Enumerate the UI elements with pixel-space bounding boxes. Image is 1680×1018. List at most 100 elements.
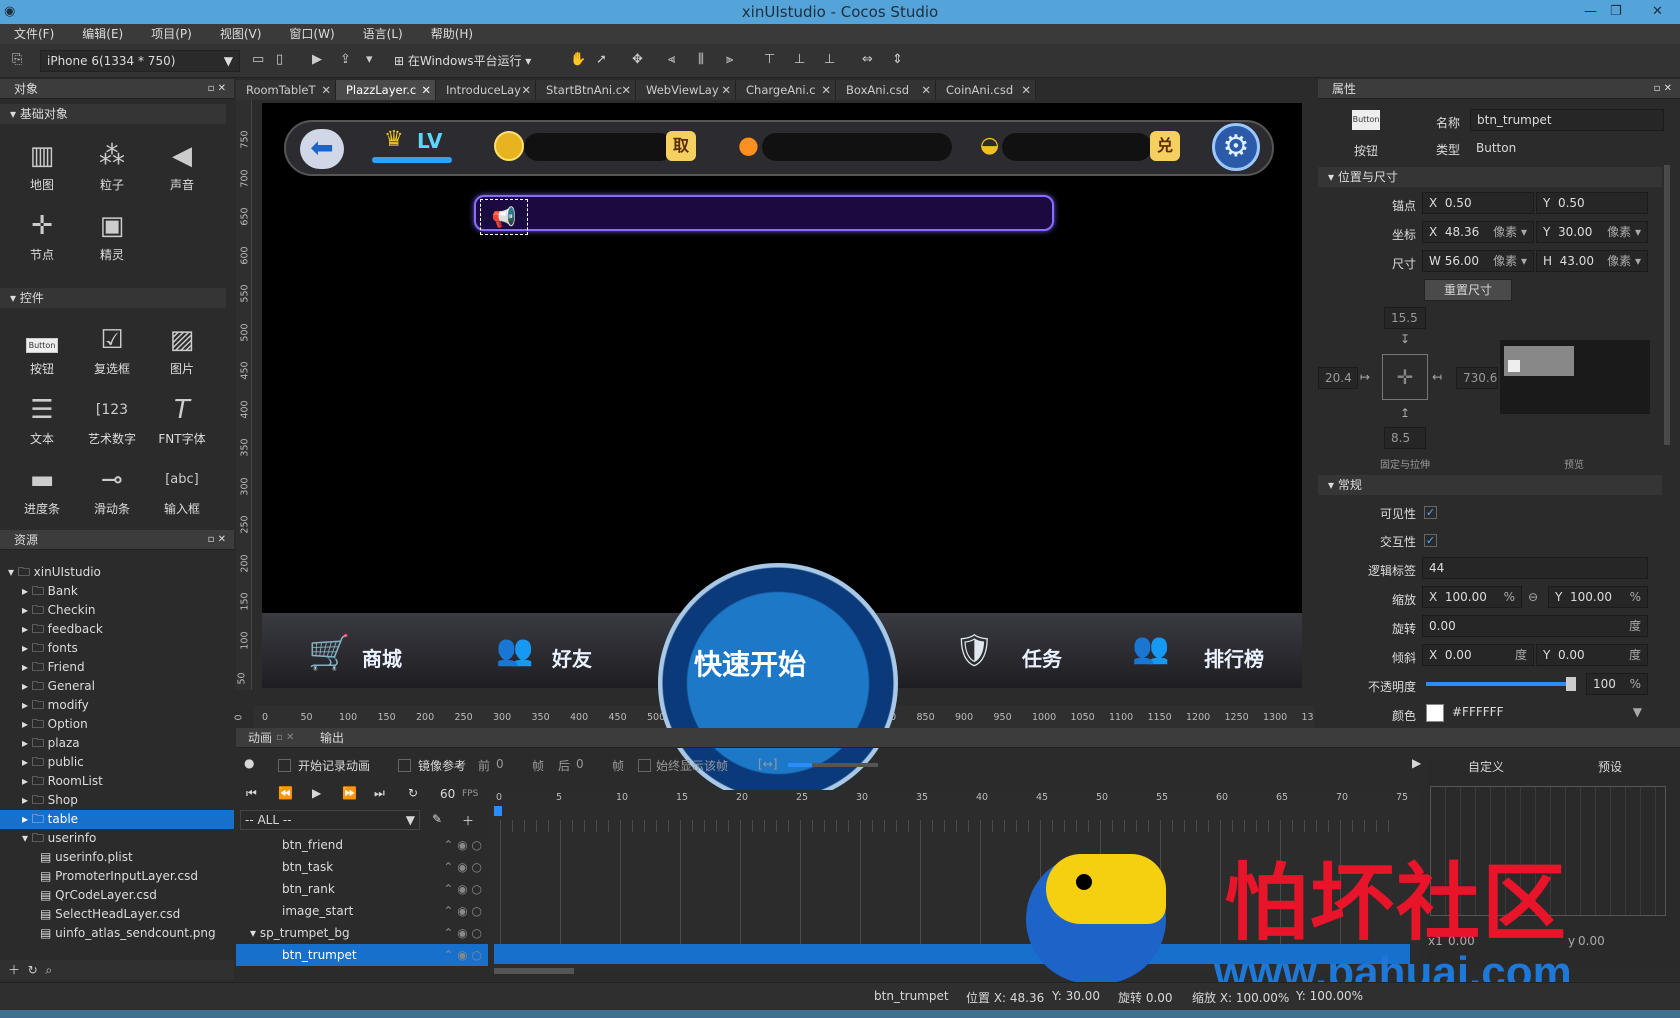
rank-label[interactable]: 排行榜 — [1204, 643, 1264, 672]
tool-atlas-label[interactable]: [123 艺术数字 — [82, 390, 142, 447]
menu-language[interactable]: 语言(L) — [349, 24, 417, 44]
anchor-y-field[interactable]: Y 0.50 — [1536, 192, 1648, 214]
pointer-icon[interactable]: ➚ — [596, 52, 607, 67]
hand-icon[interactable]: ✋ — [570, 52, 586, 67]
add-icon[interactable]: ＋ — [8, 963, 20, 977]
document-tab[interactable]: PlazzLayer.c ✕ — [336, 80, 436, 100]
exchange-button[interactable]: 兑 — [1150, 131, 1180, 161]
lock-visibility-icon[interactable]: ⌃ ◉ ○ — [443, 856, 482, 878]
lock-visibility-icon[interactable]: ⌃ ◉ ○ — [443, 944, 482, 966]
document-tab[interactable]: ChargeAni.c ✕ — [736, 80, 836, 100]
settings-button[interactable]: ⚙ — [1212, 123, 1260, 171]
device-select[interactable]: iPhone 6(1334 * 750) ▼ — [40, 50, 240, 72]
close-icon[interactable]: ✕ — [921, 80, 931, 100]
panel-close-icon[interactable]: ▫ ✕ — [276, 728, 294, 748]
upload-icon[interactable]: ⇪ — [340, 52, 351, 67]
tool-particle[interactable]: ⁂ 粒子 — [82, 136, 142, 193]
play-icon[interactable]: ▶ — [1412, 756, 1421, 770]
tool-fnt[interactable]: T FNT字体 — [152, 390, 212, 447]
tree-item[interactable]: ▤ SelectHeadLayer.csd — [0, 905, 234, 924]
timeline-node-row[interactable]: btn_rank ⌃ ◉ ○ — [236, 878, 488, 900]
timeline-node-row[interactable]: ▾ sp_trumpet_bg ⌃ ◉ ○ — [236, 922, 488, 944]
tree-item[interactable]: ▸ 🗀 plaza — [0, 734, 234, 753]
tool-button[interactable]: Button 按钮 — [12, 320, 72, 377]
tree-item[interactable]: ▸ 🗀 fonts — [0, 639, 234, 658]
friends-label[interactable]: 好友 — [552, 643, 592, 672]
btn-trumpet[interactable]: 📢 — [480, 199, 528, 235]
scale-y-field[interactable]: Y 100.00% — [1548, 586, 1648, 608]
tree-item[interactable]: ▸ 🗀 Checkin — [0, 601, 234, 620]
last-frame-icon[interactable]: ⏭ — [374, 786, 385, 801]
panel-close-icon[interactable]: ▫ ✕ — [208, 530, 226, 550]
visible-checkbox[interactable]: ✓ — [1424, 506, 1437, 519]
lock-visibility-icon[interactable]: ⌃ ◉ ○ — [443, 834, 482, 856]
always-show-checkbox[interactable] — [638, 759, 651, 772]
tree-item[interactable]: ▾ 🗀 userinfo — [0, 829, 234, 848]
pin-up-icon[interactable]: ↥ — [1400, 406, 1410, 420]
record-checkbox[interactable] — [278, 759, 291, 772]
prev-value[interactable]: 0 — [496, 757, 504, 771]
tree-item[interactable]: ▸ 🗀 General — [0, 677, 234, 696]
pin-right-icon[interactable]: ↦ — [1360, 370, 1370, 384]
tree-item[interactable]: ▸ 🗀 feedback — [0, 620, 234, 639]
menu-help[interactable]: 帮助(H) — [417, 24, 487, 44]
curve-preset-tab[interactable]: 预设 — [1598, 758, 1622, 775]
margin-bottom-field[interactable]: 8.5 — [1384, 427, 1426, 449]
scale-x-field[interactable]: X 100.00% — [1422, 586, 1522, 608]
publish-icon[interactable]: ⎘ — [12, 52, 22, 67]
lock-visibility-icon[interactable]: ⌃ ◉ ○ — [443, 900, 482, 922]
anchor-x-field[interactable]: X 0.50 — [1422, 192, 1534, 214]
tag-field[interactable]: 44 — [1422, 557, 1648, 579]
fit-icon[interactable]: [↔] — [758, 757, 777, 771]
close-icon[interactable]: ✕ — [821, 80, 831, 100]
margin-right-field[interactable]: 730.6 — [1456, 367, 1498, 389]
close-icon[interactable]: ✕ — [1652, 0, 1663, 24]
margin-top-field[interactable]: 15.5 — [1384, 307, 1426, 329]
opacity-slider-handle[interactable] — [1566, 677, 1576, 691]
play-icon[interactable]: ▶ — [312, 786, 321, 800]
take-button[interactable]: 取 — [666, 131, 696, 161]
document-tab[interactable]: BoxAni.csd ✕ — [836, 80, 936, 100]
timeline-node-row[interactable]: image_start ⌃ ◉ ○ — [236, 900, 488, 922]
pin-left-icon[interactable]: ↤ — [1432, 370, 1442, 384]
tool-sprite[interactable]: ▣ 精灵 — [82, 206, 142, 263]
tree-item[interactable]: ▸ 🗀 public — [0, 753, 234, 772]
align-center-icon[interactable]: ⫼ — [698, 52, 704, 67]
timeline-node-row[interactable]: btn_task ⌃ ◉ ○ — [236, 856, 488, 878]
menu-window[interactable]: 窗口(W) — [275, 24, 348, 44]
menu-project[interactable]: 项目(P) — [137, 24, 206, 44]
tree-item[interactable]: ▤ uinfo_atlas_sendcount.png — [0, 924, 234, 943]
link-icon[interactable]: ⊖ — [1528, 590, 1538, 604]
tree-item[interactable]: ▤ userinfo.plist — [0, 848, 234, 867]
color-swatch[interactable] — [1426, 704, 1444, 722]
skew-y-field[interactable]: Y 0.00 度 — [1536, 644, 1648, 666]
general-section[interactable]: ▾ 常规 — [1318, 475, 1662, 495]
move-icon[interactable]: ✥ — [632, 52, 643, 67]
tool-input[interactable]: [abc] 输入框 — [152, 460, 212, 517]
timeline-node-row[interactable]: btn_friend ⌃ ◉ ○ — [236, 834, 488, 856]
menu-view[interactable]: 视图(V) — [206, 24, 276, 44]
coord-y-field[interactable]: Y 30.00 像素 ▾ — [1536, 221, 1648, 243]
refresh-icon[interactable]: ↻ — [28, 963, 38, 977]
pos-size-section[interactable]: ▾ 位置与尺寸 — [1318, 167, 1662, 187]
tool-sound[interactable]: ◀ 声音 — [152, 136, 212, 193]
document-tab[interactable]: WebViewLay ✕ — [636, 80, 736, 100]
close-icon[interactable]: ✕ — [621, 80, 631, 100]
tree-item[interactable]: ▸ 🗀 RoomList — [0, 772, 234, 791]
stretch-box[interactable]: ✛ — [1382, 354, 1428, 400]
tree-item[interactable]: ▸ 🗀 table — [0, 810, 234, 829]
align-right-icon[interactable]: ⫸ — [726, 52, 733, 67]
tool-progress[interactable]: ▬ 进度条 — [12, 460, 72, 517]
node-filter-select[interactable]: -- ALL -- ▼ — [240, 810, 420, 830]
tree-item[interactable]: ▤ PromoterInputLayer.csd — [0, 867, 234, 886]
lock-visibility-icon[interactable]: ⌃ ◉ ○ — [443, 878, 482, 900]
height-field[interactable]: H 43.00 像素 ▾ — [1536, 250, 1648, 272]
back-button[interactable]: ⬅ — [300, 129, 344, 169]
align-top-icon[interactable]: ⊤ — [764, 52, 775, 67]
opacity-field[interactable]: 100% — [1586, 673, 1648, 695]
panel-close-icon[interactable]: ▫ ✕ — [208, 79, 226, 99]
close-icon[interactable]: ✕ — [521, 80, 531, 100]
first-frame-icon[interactable]: ⏮ — [246, 786, 257, 801]
next-value[interactable]: 0 — [576, 757, 584, 771]
loop-icon[interactable]: ↻ — [408, 786, 418, 800]
